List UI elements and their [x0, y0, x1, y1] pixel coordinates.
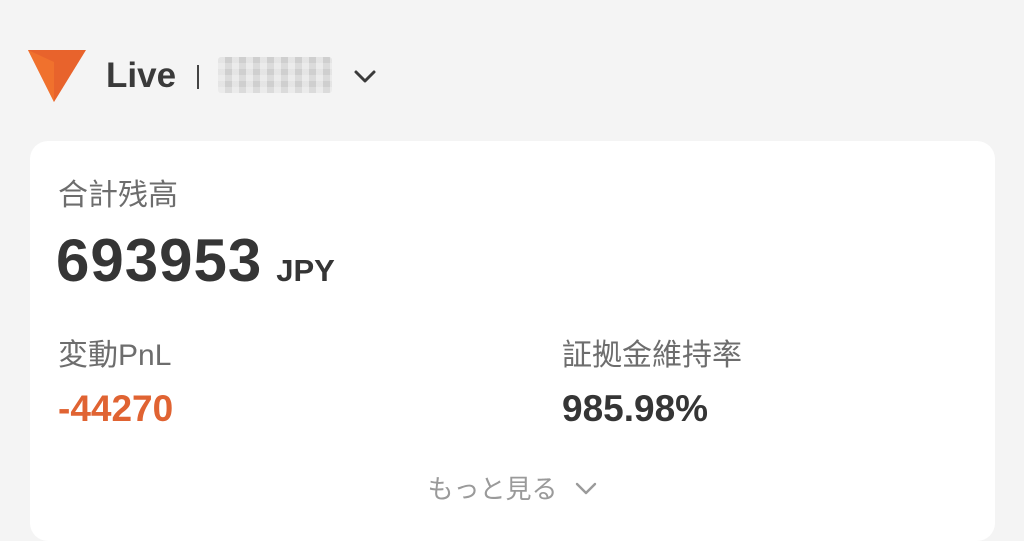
floating-pnl-value: -44270: [58, 388, 174, 429]
floating-pnl-label: 変動PnL: [58, 339, 172, 372]
chevron-down-icon: [575, 482, 596, 495]
brand-logo-icon: [28, 50, 86, 102]
account-name-blurred[interactable]: [218, 57, 332, 93]
currency-label: JPY: [276, 253, 335, 288]
margin-ratio-label: 証拠金維持率: [562, 339, 742, 372]
account-mode-label[interactable]: Live: [106, 54, 176, 98]
show-more-label: もっと見る: [427, 474, 558, 504]
total-balance-label: 合計残高: [58, 179, 178, 212]
total-balance-value: 693953: [56, 227, 263, 294]
margin-ratio-value: 985.98%: [562, 388, 709, 429]
header-separator: [197, 65, 199, 89]
account-summary-card: 合計残高 693953 JPY 変動PnL -44270 証拠金維持率 985.…: [30, 141, 995, 541]
total-balance-row: 693953 JPY: [56, 225, 335, 297]
show-more-button[interactable]: もっと見る: [30, 471, 995, 507]
chevron-down-icon[interactable]: [352, 64, 378, 90]
top-bar: Live: [0, 0, 1024, 140]
